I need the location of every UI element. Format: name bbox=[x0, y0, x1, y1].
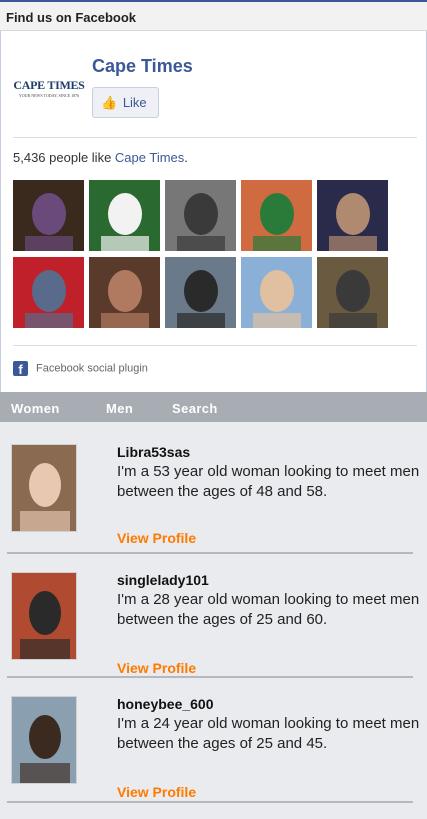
nav-women-tab[interactable]: Women bbox=[11, 401, 60, 416]
logo-text: CAPE TIMES bbox=[13, 78, 85, 92]
profile-photo[interactable] bbox=[11, 444, 77, 532]
like-button[interactable]: 👍 Like bbox=[92, 87, 159, 118]
divider bbox=[13, 345, 417, 346]
face-2-photo[interactable] bbox=[89, 180, 160, 251]
social-plugin-footer[interactable]: f Facebook social plugin bbox=[13, 361, 148, 377]
profile-nav-bar: Women Men Search bbox=[0, 392, 427, 422]
profile-username[interactable]: singlelady101 bbox=[117, 572, 209, 588]
profile-card: singlelady101 I'm a 28 year old woman lo… bbox=[0, 552, 427, 676]
profile-description: I'm a 28 year old woman looking to meet … bbox=[117, 591, 420, 628]
plugin-label: Facebook social plugin bbox=[36, 362, 148, 375]
nav-search-tab[interactable]: Search bbox=[172, 401, 218, 416]
face-9-photo[interactable] bbox=[241, 257, 312, 328]
facebook-box-header: Find us on Facebook bbox=[0, 0, 427, 31]
likes-prefix: 5,436 people like bbox=[13, 150, 115, 165]
view-profile-link[interactable]: View Profile bbox=[117, 660, 196, 676]
likes-page-link[interactable]: Cape Times bbox=[115, 150, 184, 165]
face-4-photo[interactable] bbox=[241, 180, 312, 251]
profile-list: Libra53sas I'm a 53 year old woman looki… bbox=[0, 422, 427, 819]
thumbs-up-icon: 👍 bbox=[101, 95, 118, 110]
divider bbox=[13, 137, 417, 138]
face-6-photo[interactable] bbox=[13, 257, 84, 328]
face-5-photo[interactable] bbox=[317, 180, 388, 251]
view-profile-link[interactable]: View Profile bbox=[117, 530, 196, 546]
logo-tagline: YOUR NEWS TODAY, SINCE 1876 bbox=[18, 93, 80, 98]
face-1-photo[interactable] bbox=[13, 180, 84, 251]
likes-suffix: . bbox=[184, 150, 188, 165]
face-10-photo[interactable] bbox=[317, 257, 388, 328]
face-3-photo[interactable] bbox=[165, 180, 236, 251]
like-label: Like bbox=[122, 95, 147, 110]
profile-card: Libra53sas I'm a 53 year old woman looki… bbox=[0, 422, 427, 546]
profile-username[interactable]: Libra53sas bbox=[117, 444, 190, 460]
profile-description: I'm a 53 year old woman looking to meet … bbox=[117, 463, 420, 500]
fan-faces-grid bbox=[13, 180, 393, 330]
page-name-link[interactable]: Cape Times bbox=[92, 56, 193, 77]
profile-username[interactable]: honeybee_600 bbox=[117, 696, 214, 712]
cape-times-logo[interactable]: CAPE TIMES YOUR NEWS TODAY, SINCE 1876 bbox=[13, 78, 85, 104]
facebook-like-box: CAPE TIMES YOUR NEWS TODAY, SINCE 1876 C… bbox=[0, 31, 427, 392]
page-info: CAPE TIMES YOUR NEWS TODAY, SINCE 1876 C… bbox=[13, 56, 417, 134]
face-7-photo[interactable] bbox=[89, 257, 160, 328]
view-profile-link[interactable]: View Profile bbox=[117, 784, 196, 800]
profile-photo[interactable] bbox=[11, 572, 77, 660]
face-8-photo[interactable] bbox=[165, 257, 236, 328]
profile-photo[interactable] bbox=[11, 696, 77, 784]
likes-count-text: 5,436 people like Cape Times. bbox=[13, 150, 188, 165]
profile-description: I'm a 24 year old woman looking to meet … bbox=[117, 715, 420, 752]
nav-men-tab[interactable]: Men bbox=[106, 401, 133, 416]
profile-separator bbox=[7, 801, 413, 803]
facebook-icon: f bbox=[13, 361, 28, 377]
profile-card: honeybee_600 I'm a 24 year old woman loo… bbox=[0, 676, 427, 800]
